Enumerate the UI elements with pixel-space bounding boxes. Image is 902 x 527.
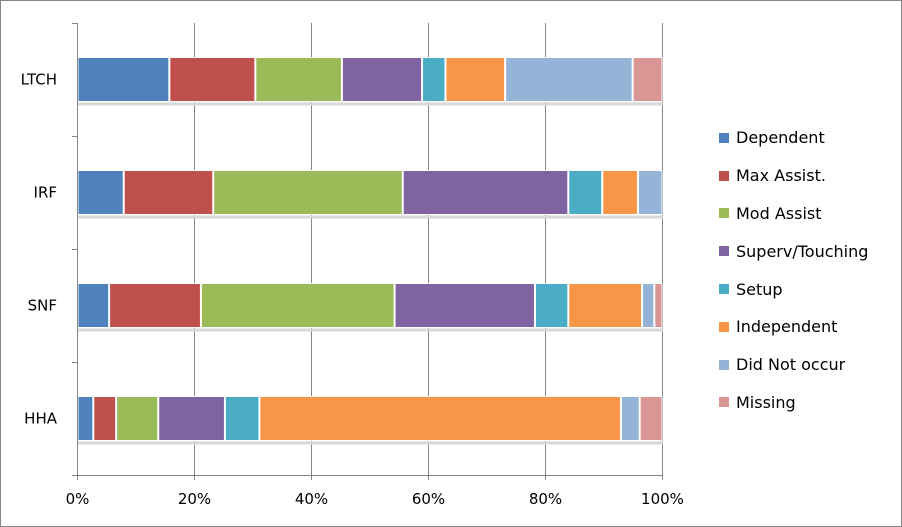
legend-label: Independent	[736, 317, 838, 337]
bar-segment-mod-assist-irf	[213, 170, 403, 215]
legend-label: Did Not occur	[736, 355, 846, 375]
bar-segment-setup-irf	[568, 170, 603, 215]
bar-segment-independent-ltch	[445, 57, 506, 102]
legend-item: Dependent	[719, 119, 868, 157]
category-label: HHA	[24, 410, 58, 428]
bar-segment-setup-snf	[534, 283, 569, 328]
bar-segment-dependent-hha	[77, 396, 94, 441]
legend-label: Superv/Touching	[736, 241, 869, 261]
legend-swatch	[719, 208, 729, 219]
legend-swatch	[719, 359, 729, 370]
bar-segment-setup-hha	[224, 396, 260, 441]
bar-segment-max-assist-snf	[109, 283, 201, 328]
legend-swatch	[719, 170, 729, 181]
legend-item: Superv/Touching	[719, 232, 868, 270]
legend-item: Max Assist.	[719, 157, 868, 195]
bar-shadow	[78, 102, 663, 106]
x-tick-label: 100%	[641, 490, 684, 508]
category-labels: LTCH IRF SNF HHA	[21, 71, 58, 428]
category-label: LTCH	[21, 71, 57, 89]
legend-label: Max Assist.	[736, 166, 826, 186]
legend-swatch	[719, 284, 729, 295]
bar-segment-superv-touching-irf	[402, 170, 569, 215]
bar-segment-mod-assist-ltch	[255, 57, 342, 102]
legend-swatch	[719, 321, 729, 332]
bar-segment-missing-hha	[639, 396, 663, 441]
legend-swatch	[719, 246, 729, 257]
bar-segment-max-assist-ltch	[169, 57, 256, 102]
legend-item: Missing	[719, 384, 868, 422]
bar-shadow	[78, 215, 663, 219]
bar-segment-did-not-occur-hha	[620, 396, 640, 441]
bar-segment-superv-touching-snf	[394, 283, 535, 328]
legend-item: Mod Assist	[719, 195, 868, 233]
legend-label: Dependent	[736, 128, 825, 148]
category-label: IRF	[34, 184, 57, 202]
legend-swatch	[719, 132, 729, 143]
bar-segment-independent-irf	[602, 170, 638, 215]
bar-segment-mod-assist-hha	[116, 396, 159, 441]
bar-shadow	[78, 441, 663, 445]
tick-labels: 0% 20% 40% 60% 80% 100%	[66, 490, 684, 508]
legend-item: Setup	[719, 270, 868, 308]
bar-segment-mod-assist-snf	[200, 283, 395, 328]
bar-segment-superv-touching-hha	[158, 396, 225, 441]
x-tick-label: 80%	[529, 490, 562, 508]
bars	[77, 57, 663, 445]
x-tick-label: 40%	[295, 490, 328, 508]
category-label: SNF	[28, 297, 57, 315]
bar-segment-independent-hha	[259, 396, 621, 441]
legend-label: Missing	[736, 392, 796, 412]
bar-segment-dependent-irf	[77, 170, 124, 215]
legend-label: Mod Assist	[736, 203, 822, 223]
bar-segment-dependent-snf	[77, 283, 110, 328]
bar-segment-setup-ltch	[422, 57, 446, 102]
x-tick-label: 20%	[178, 490, 211, 508]
bar-segment-missing-snf	[654, 283, 663, 328]
legend-item: Independent	[719, 308, 868, 346]
legend-swatch	[719, 397, 729, 408]
bar-segment-missing-ltch	[632, 57, 663, 102]
chart-frame: LTCH IRF SNF HHA 0% 20% 40% 60% 80% 100% Depende…	[0, 0, 902, 527]
bar-segment-did-not-occur-irf	[637, 170, 663, 215]
bar-segment-did-not-occur-snf	[642, 283, 655, 328]
legend-item: Did Not occur	[719, 346, 868, 384]
bar-segment-superv-touching-ltch	[341, 57, 423, 102]
bar-segment-dependent-ltch	[77, 57, 170, 102]
bar-segment-max-assist-irf	[123, 170, 214, 215]
bar-segment-independent-snf	[568, 283, 643, 328]
bar-shadow	[78, 328, 663, 332]
legend: Dependent Max Assist. Mod Assist Superv/Tou…	[719, 119, 868, 421]
bar-segment-did-not-occur-ltch	[505, 57, 633, 102]
x-tick-label: 0%	[66, 490, 90, 508]
bar-segment-max-assist-hha	[93, 396, 117, 441]
legend-label: Setup	[736, 279, 783, 299]
x-tick-label: 60%	[412, 490, 445, 508]
